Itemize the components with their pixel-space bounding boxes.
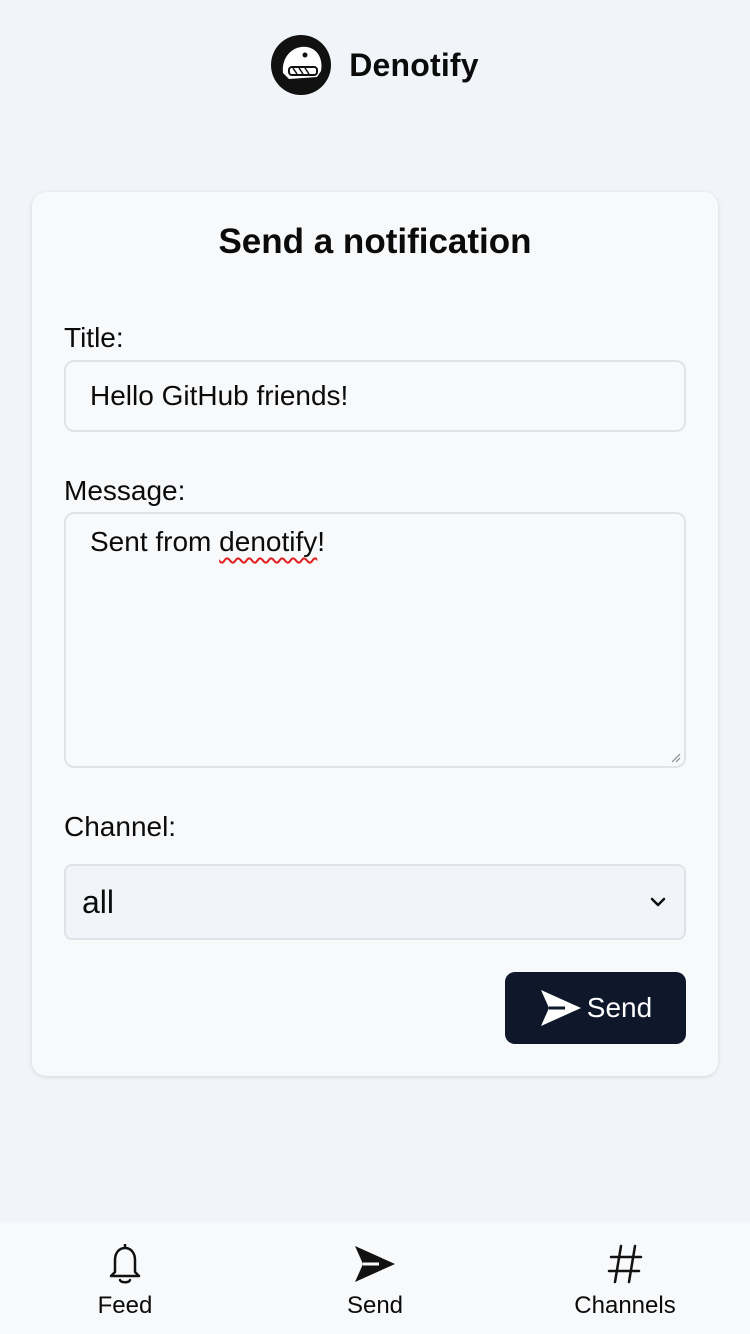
nav-item-send[interactable]: Send bbox=[250, 1222, 500, 1334]
dino-logo-icon bbox=[271, 35, 332, 95]
nav-item-feed[interactable]: Feed bbox=[0, 1222, 250, 1334]
chevron-down-icon bbox=[650, 897, 666, 907]
message-textarea[interactable]: Sent from denotify! bbox=[64, 512, 686, 768]
nav-label: Send bbox=[346, 1292, 404, 1319]
page-title: Send a notification bbox=[218, 222, 532, 261]
hash-icon bbox=[607, 1240, 643, 1288]
misspelled-word: denotify bbox=[219, 526, 318, 557]
bottom-nav: Feed Send Channels bbox=[0, 1222, 750, 1334]
send-button[interactable]: Send bbox=[505, 972, 686, 1044]
message-label: Message: bbox=[64, 475, 186, 506]
nav-item-channels[interactable]: Channels bbox=[500, 1222, 750, 1334]
app-title: Denotify bbox=[349, 46, 479, 83]
bell-icon bbox=[105, 1240, 145, 1288]
title-label: Title: bbox=[64, 322, 124, 353]
nav-label: Channels bbox=[574, 1292, 676, 1319]
message-text-prefix: Sent from bbox=[90, 526, 220, 557]
nav-label: Feed bbox=[97, 1292, 153, 1319]
app-header: Denotify bbox=[0, 30, 750, 100]
paper-plane-icon bbox=[353, 1240, 397, 1288]
channel-select[interactable]: all bbox=[64, 864, 686, 940]
resize-grip-icon[interactable] bbox=[669, 751, 681, 763]
send-button-label: Send bbox=[586, 992, 653, 1023]
channel-selected-value: all bbox=[82, 883, 115, 920]
paper-plane-icon bbox=[540, 990, 581, 1026]
channel-label: Channel: bbox=[64, 811, 177, 842]
app-root: Denotify Send a notification Title: Hell… bbox=[0, 0, 750, 1334]
title-input-value: Hello GitHub friends! bbox=[90, 380, 349, 411]
title-input[interactable]: Hello GitHub friends! bbox=[64, 360, 686, 432]
send-notification-card: Send a notification Title: Hello GitHub … bbox=[32, 192, 718, 1076]
message-text-suffix: ! bbox=[317, 526, 326, 557]
